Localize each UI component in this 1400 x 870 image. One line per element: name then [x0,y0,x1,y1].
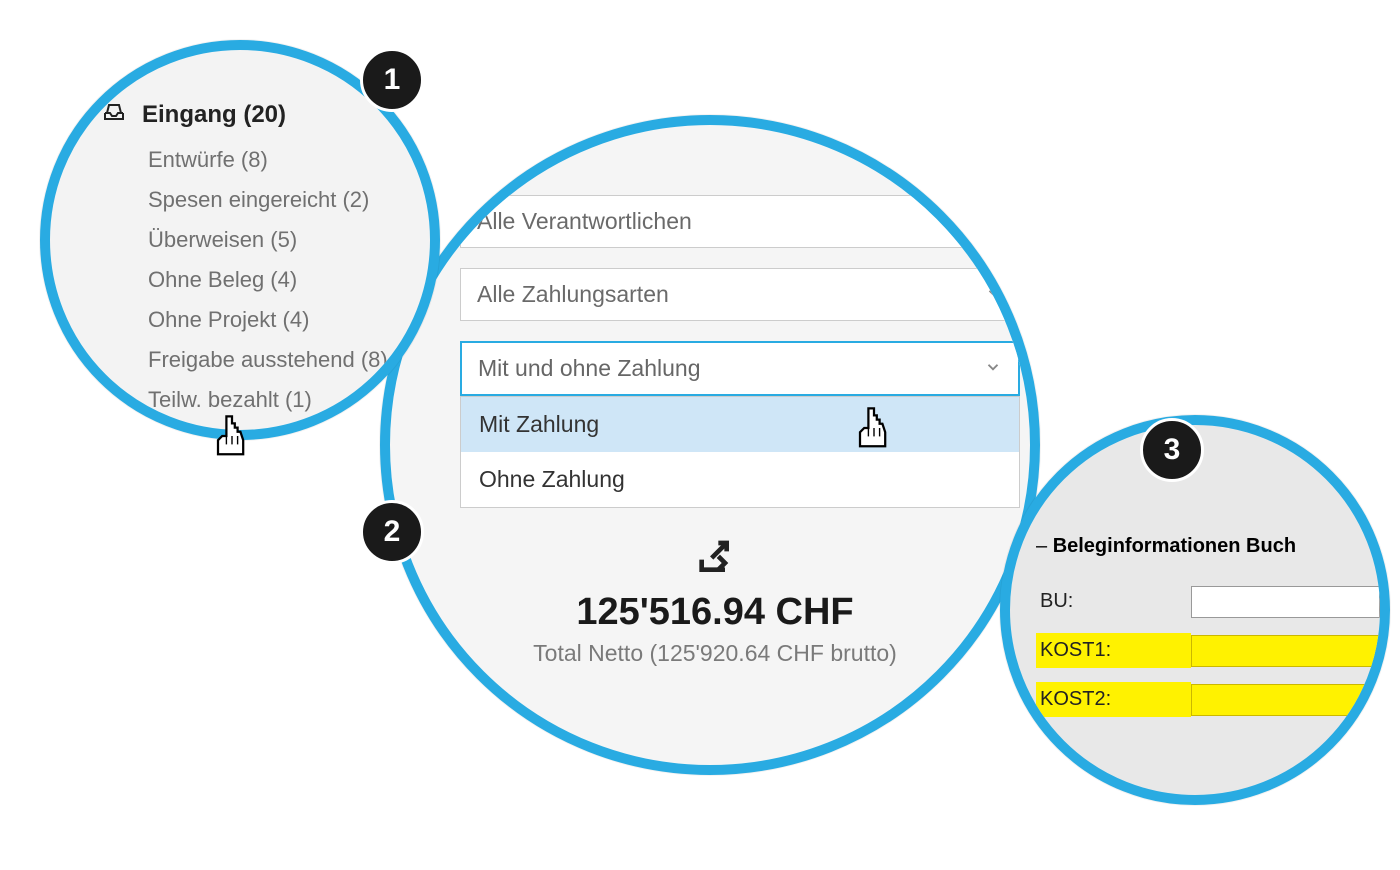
dropdown-option-without-payment[interactable]: Ohne Zahlung [461,452,1019,507]
chevron-down-icon [985,281,1003,308]
dropdown-option-with-payment[interactable]: Mit Zahlung [461,397,1019,452]
step-badge-1: 1 [360,48,424,112]
label-bu: BU: [1036,584,1191,619]
chevron-down-icon [985,208,1003,235]
sidebar-item-partially-paid[interactable]: Teilw. bezahlt (1) [148,387,420,413]
sidebar-item-no-receipt[interactable]: Ohne Beleg (4) [148,267,420,293]
label-kost1: KOST1: [1036,633,1191,668]
sidebar-item-expenses-submitted[interactable]: Spesen eingereicht (2) [148,187,420,213]
inbox-sublist: Entwürfe (8) Spesen eingereicht (2) Über… [100,147,420,413]
payment-status-dropdown-label: Mit und ohne Zahlung [478,355,701,382]
responsible-dropdown-label: Alle Verantwortlichen [477,208,692,235]
enter-arrow-icon [695,565,735,582]
total-gross-subtitle: Total Netto (125'920.64 CHF brutto) [460,640,970,667]
form-row-kost2: KOST2: [1036,682,1380,717]
input-kost1[interactable] [1191,635,1380,667]
inbox-title: Eingang (20) [142,101,286,129]
receipt-info-circle: Beleginformationen Buch BU: KOST1: KOST2… [1000,415,1390,805]
step-badge-3: 3 [1140,418,1204,482]
total-block: 125'516.94 CHF Total Netto (125'920.64 C… [460,538,970,667]
form-row-bu: BU: [1036,584,1380,619]
input-bu[interactable] [1191,586,1380,618]
filter-panel-circle: Alle Verantwortlichen Alle Zahlungsarten… [380,115,1040,775]
input-kost2[interactable] [1191,684,1380,716]
total-net-amount: 125'516.94 CHF [460,591,970,634]
payment-types-dropdown[interactable]: Alle Zahlungsarten [460,268,1020,321]
label-kost2: KOST2: [1036,682,1191,717]
step-badge-2: 2 [360,500,424,564]
payment-types-dropdown-label: Alle Zahlungsarten [477,281,669,308]
chevron-down-icon [984,355,1002,382]
sidebar-item-approval-pending[interactable]: Freigabe ausstehend (8) [148,347,420,373]
sidebar-item-drafts[interactable]: Entwürfe (8) [148,147,420,173]
responsible-dropdown[interactable]: Alle Verantwortlichen [460,195,1020,248]
payment-status-dropdown-list: Mit Zahlung Ohne Zahlung [460,396,1020,508]
sidebar-item-no-project[interactable]: Ohne Projekt (4) [148,307,420,333]
sidebar-item-transfer[interactable]: Überweisen (5) [148,227,420,253]
inbox-tray-icon [100,100,128,129]
form-row-kost1: KOST1: [1036,633,1380,668]
panel-title: Beleginformationen Buch [1036,535,1380,558]
payment-status-dropdown[interactable]: Mit und ohne Zahlung [460,341,1020,396]
